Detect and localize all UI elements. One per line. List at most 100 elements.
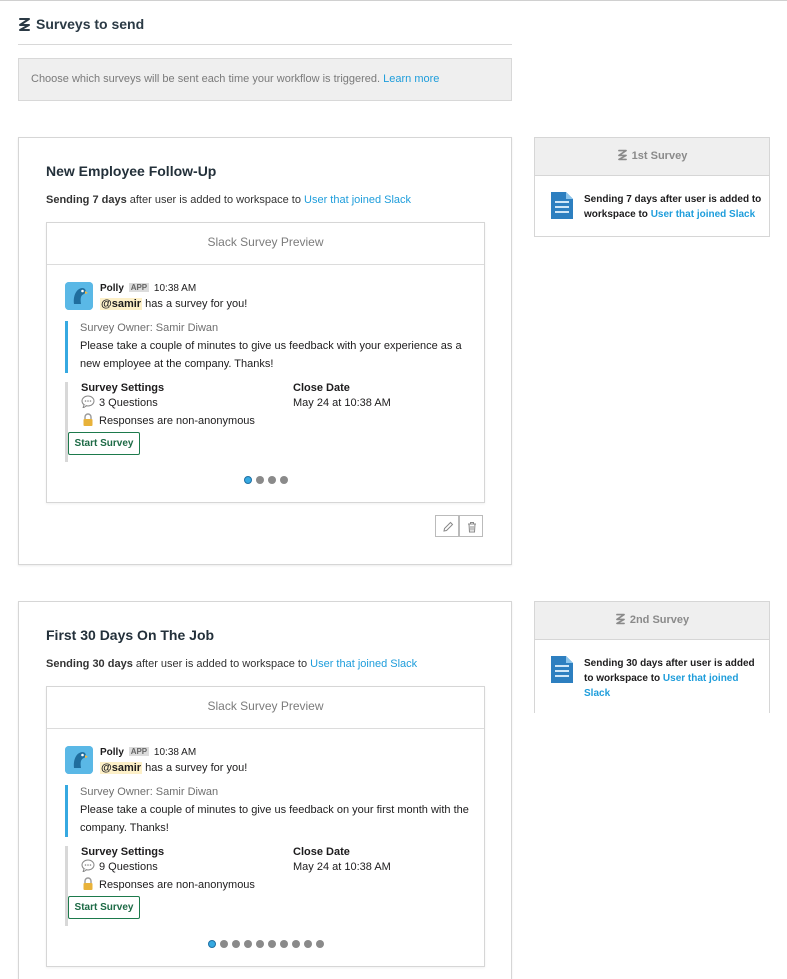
trash-icon bbox=[468, 522, 476, 533]
page-dot[interactable] bbox=[267, 476, 276, 484]
slack-message: Polly APP 10:38 AM @samir has a survey f… bbox=[47, 265, 484, 484]
start-survey-button[interactable]: Start Survey bbox=[68, 896, 140, 919]
survey-document-icon bbox=[551, 192, 573, 219]
page-dot[interactable] bbox=[243, 476, 252, 484]
anonymity-text: Responses are non-anonymous bbox=[99, 879, 255, 891]
anonymity-text: Responses are non-anonymous bbox=[99, 415, 255, 427]
start-survey-button[interactable]: Start Survey bbox=[68, 432, 140, 455]
survey-description: Please take a couple of minutes to give … bbox=[80, 804, 469, 834]
survey-summary-text: Sending 7 days after user is added to wo… bbox=[584, 192, 764, 222]
survey-document-icon bbox=[551, 656, 573, 683]
message-rest: has a survey for you! bbox=[142, 298, 248, 310]
slack-preview: Slack Survey Preview Polly APP 10:38 AM … bbox=[46, 222, 485, 503]
polly-logo-icon bbox=[617, 149, 627, 161]
page-dot[interactable] bbox=[315, 940, 324, 948]
sending-description: Sending 7 days after user is added to wo… bbox=[46, 194, 411, 206]
close-date-label: Close Date bbox=[293, 382, 350, 394]
message-text: @samir has a survey for you! bbox=[100, 762, 247, 774]
page-dot[interactable] bbox=[255, 476, 264, 484]
close-date-value: May 24 at 10:38 AM bbox=[293, 397, 391, 409]
page-dot[interactable] bbox=[267, 940, 276, 948]
page-dot[interactable] bbox=[291, 940, 300, 948]
page-dot[interactable] bbox=[255, 940, 264, 948]
message-header: Polly APP 10:38 AM bbox=[100, 747, 196, 758]
lock-icon bbox=[83, 877, 93, 890]
lock-icon bbox=[83, 413, 93, 426]
page-dot[interactable] bbox=[279, 476, 288, 484]
survey-order-heading: 2nd Survey bbox=[535, 602, 769, 640]
speech-bubble-icon bbox=[81, 859, 95, 872]
info-banner: Choose which surveys will be sent each t… bbox=[18, 58, 512, 101]
sending-text: after user is added to workspace to bbox=[126, 194, 305, 206]
survey-order-heading: 1st Survey bbox=[535, 138, 769, 176]
message-rest: has a survey for you! bbox=[142, 762, 248, 774]
user-mention[interactable]: @samir bbox=[100, 298, 143, 310]
anonymity-setting: Responses are non-anonymous bbox=[81, 876, 281, 894]
page-dot[interactable] bbox=[231, 940, 240, 948]
polly-parrot-icon bbox=[65, 746, 93, 774]
page-title: Surveys to send bbox=[36, 16, 145, 32]
questions-text: 9 Questions bbox=[99, 861, 158, 873]
sending-text: after user is added to workspace to bbox=[132, 658, 311, 670]
app-badge: APP bbox=[128, 283, 150, 292]
card-actions bbox=[435, 515, 484, 537]
survey-card: New Employee Follow-Up Sending 7 days af… bbox=[18, 137, 512, 565]
survey-attachment: Survey Owner: Samir Diwan Please take a … bbox=[65, 785, 477, 837]
page-dot[interactable] bbox=[243, 940, 252, 948]
preview-title: Slack Survey Preview bbox=[47, 687, 484, 729]
slack-message: Polly APP 10:38 AM @samir has a survey f… bbox=[47, 729, 484, 948]
page-dot[interactable] bbox=[303, 940, 312, 948]
page-dot[interactable] bbox=[219, 940, 228, 948]
survey-summary-text: Sending 30 days after user is added to w… bbox=[584, 656, 764, 701]
target-link[interactable]: User that joined Slack bbox=[304, 194, 411, 206]
user-mention[interactable]: @samir bbox=[100, 762, 143, 774]
sender-name: Polly bbox=[100, 283, 124, 294]
page-dot[interactable] bbox=[279, 940, 288, 948]
message-text: @samir has a survey for you! bbox=[100, 298, 247, 310]
survey-order-panel: 1st Survey Sending 7 days after user is … bbox=[534, 137, 770, 237]
avatar bbox=[65, 746, 93, 774]
sending-days: Sending 30 days bbox=[46, 658, 133, 670]
polly-logo-icon bbox=[19, 18, 30, 31]
survey-owner: Survey Owner: Samir Diwan bbox=[80, 322, 219, 334]
message-time: 10:38 AM bbox=[153, 747, 197, 758]
survey-card: First 30 Days On The Job Sending 30 days… bbox=[18, 601, 512, 979]
message-header: Polly APP 10:38 AM bbox=[100, 283, 196, 294]
target-link[interactable]: User that joined Slack bbox=[651, 209, 755, 220]
survey-order-label: 2nd Survey bbox=[629, 614, 690, 626]
polly-parrot-icon bbox=[65, 282, 93, 310]
settings-label: Survey Settings bbox=[81, 846, 165, 858]
sender-name: Polly bbox=[100, 747, 124, 758]
pagination-dots bbox=[47, 473, 484, 487]
survey-order-label: 1st Survey bbox=[631, 150, 688, 162]
survey-owner: Survey Owner: Samir Diwan bbox=[80, 786, 219, 798]
info-text: Choose which surveys will be sent each t… bbox=[31, 73, 381, 85]
preview-title: Slack Survey Preview bbox=[47, 223, 484, 265]
sending-description: Sending 30 days after user is added to w… bbox=[46, 658, 417, 670]
speech-bubble-icon bbox=[81, 395, 95, 408]
survey-description: Please take a couple of minutes to give … bbox=[80, 340, 462, 370]
pagination-dots bbox=[47, 937, 484, 951]
section-header: Surveys to send bbox=[18, 16, 512, 45]
survey-title: New Employee Follow-Up bbox=[46, 163, 217, 179]
polly-logo-icon bbox=[615, 613, 625, 625]
target-link[interactable]: User that joined Slack bbox=[310, 658, 417, 670]
close-date-value: May 24 at 10:38 AM bbox=[293, 861, 391, 873]
questions-count: 9 Questions bbox=[81, 858, 281, 876]
questions-text: 3 Questions bbox=[99, 397, 158, 409]
settings-label: Survey Settings bbox=[81, 382, 165, 394]
slack-preview: Slack Survey Preview Polly APP 10:38 AM … bbox=[46, 686, 485, 967]
message-time: 10:38 AM bbox=[153, 283, 197, 294]
sending-days: Sending 7 days bbox=[46, 194, 127, 206]
learn-more-link[interactable]: Learn more bbox=[383, 73, 439, 85]
delete-button[interactable] bbox=[459, 515, 483, 537]
edit-button[interactable] bbox=[435, 515, 459, 537]
questions-count: 3 Questions bbox=[81, 394, 281, 412]
close-date-label: Close Date bbox=[293, 846, 350, 858]
page-dot[interactable] bbox=[207, 940, 216, 948]
survey-title: First 30 Days On The Job bbox=[46, 627, 215, 643]
anonymity-setting: Responses are non-anonymous bbox=[81, 412, 281, 430]
survey-order-panel: 2nd Survey Sending 30 days after user is… bbox=[534, 601, 770, 713]
survey-settings: Survey Settings 3 Questions Responses ar… bbox=[65, 382, 465, 462]
app-badge: APP bbox=[128, 747, 150, 756]
